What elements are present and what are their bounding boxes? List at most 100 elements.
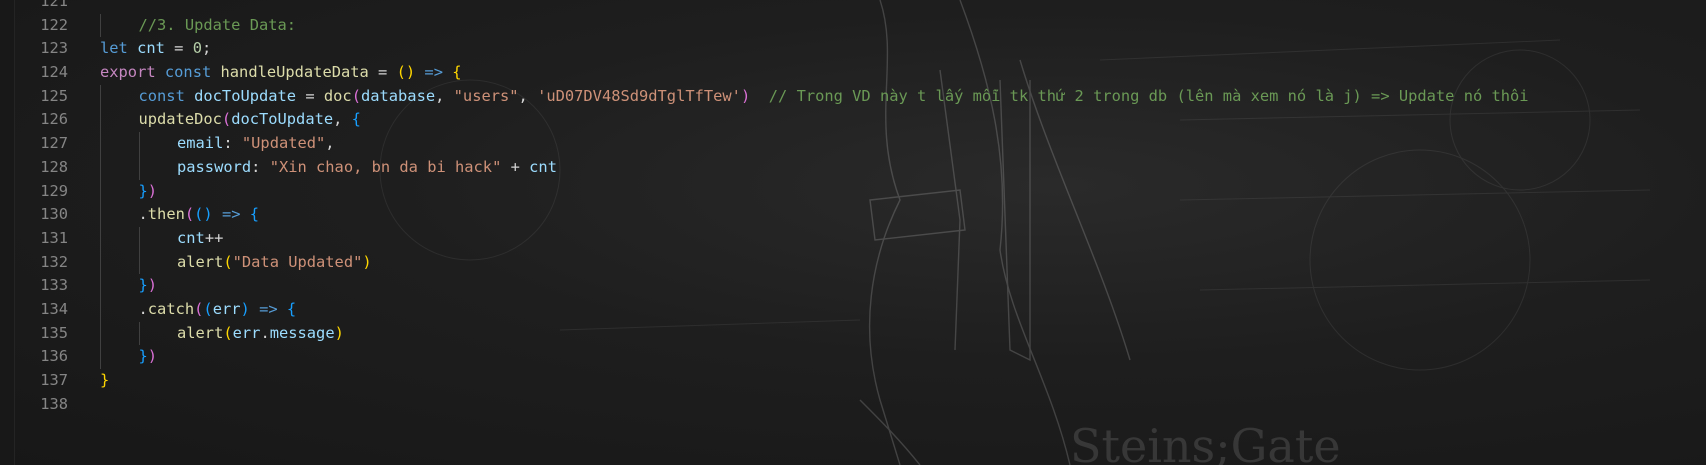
code-token: + — [501, 157, 530, 176]
indent-guide — [100, 179, 101, 204]
steins-gate-logo: Steins;Gate — [1070, 419, 1341, 465]
indent-guide — [100, 108, 101, 133]
line-number: 123 — [40, 39, 68, 58]
code-token: ( — [221, 110, 232, 129]
code-token: ( — [203, 299, 213, 318]
indent-guide — [138, 155, 140, 180]
line-number: 127 — [40, 134, 68, 153]
line-number: 126 — [40, 110, 68, 129]
indent-guide — [100, 297, 101, 322]
line-text: }) — [139, 180, 158, 204]
code-token: , — [518, 86, 538, 105]
indent-guide — [100, 203, 101, 227]
code-token: err — [232, 323, 261, 342]
code-token: = — [164, 39, 193, 58]
code-token: ( — [223, 252, 233, 271]
code-token: //3. Update Data: — [138, 15, 297, 34]
code-token: err — [212, 299, 241, 318]
code-token: "users" — [453, 86, 519, 105]
code-token: message — [269, 323, 335, 342]
indent-guide — [100, 345, 101, 369]
line-number: 124 — [40, 63, 68, 82]
indent-guide — [138, 132, 140, 156]
line-number: 129 — [40, 181, 68, 200]
line-text: .catch((err) => { — [139, 298, 297, 322]
code-token: } — [138, 276, 148, 295]
indent-guide — [138, 226, 140, 251]
indent-guide — [100, 250, 101, 275]
code-token: docToUpdate — [231, 110, 334, 129]
code-token: => — [221, 205, 241, 224]
line-text: updateDoc(docToUpdate, { — [139, 108, 361, 132]
code-token: ) — [240, 299, 250, 318]
indent-guide — [100, 226, 101, 251]
code-token: () — [396, 63, 416, 82]
code-token: , — [325, 134, 335, 153]
line-text: cnt++ — [177, 227, 223, 251]
code-token: // Trong VD này t lấy mỗi tk thứ 2 trong… — [768, 86, 1529, 105]
line-number: 134 — [40, 299, 68, 318]
line-text: password: "Xin chao, bn da bi hack" + cn… — [177, 156, 557, 180]
code-token: ( — [351, 86, 361, 105]
line-number: 130 — [40, 205, 68, 224]
code-token: cnt — [529, 157, 557, 176]
code-token: , — [435, 86, 454, 105]
code-token: export — [100, 63, 156, 82]
code-token: "Data Updated" — [232, 252, 363, 271]
line-number: 133 — [40, 276, 68, 295]
line-text: let cnt = 0; — [100, 37, 211, 61]
code-token: => — [259, 299, 278, 318]
code-token: handleUpdateData — [220, 63, 369, 82]
code-token: ( — [194, 299, 204, 318]
line-text: } — [100, 369, 109, 393]
code-token: ( — [184, 205, 195, 224]
indent-guide — [100, 84, 101, 109]
code-token: () — [194, 205, 213, 224]
code-editor[interactable]: Steins;Gate 121 122 //3. Update Data: 123 le… — [0, 0, 1706, 465]
line-number: 121 — [40, 0, 68, 10]
code-token: cnt — [177, 228, 205, 247]
line-number: 136 — [40, 347, 68, 366]
line-text: //3. Update Data: — [139, 14, 297, 38]
indent-guide — [100, 155, 101, 180]
code-token: , — [333, 110, 352, 129]
code-token: ) — [147, 347, 158, 366]
line-number: 137 — [40, 371, 68, 389]
code-token: ) — [740, 86, 751, 105]
code-token: ) — [147, 276, 158, 295]
code-token: : — [223, 134, 242, 153]
code-token: ; — [202, 39, 212, 58]
code-token: "Xin chao, bn da bi hack" — [269, 157, 502, 176]
code-token: const — [164, 63, 212, 82]
code-token: 0 — [192, 39, 202, 58]
code-token: then — [147, 205, 185, 224]
line-text: export const handleUpdateData = () => { — [100, 61, 462, 85]
code-token: alert — [177, 252, 224, 271]
line-number: 135 — [40, 323, 68, 342]
code-token: : — [251, 157, 270, 176]
code-token: ( — [223, 323, 233, 342]
line-number: 131 — [40, 228, 68, 247]
code-token: const — [138, 86, 185, 105]
code-token: = — [296, 86, 324, 105]
code-token: catch — [147, 299, 195, 318]
code-token: . — [138, 205, 148, 224]
code-token: } — [100, 371, 110, 389]
line-text: }) — [139, 345, 158, 369]
code-token: ++ — [204, 228, 224, 247]
code-token: { — [351, 110, 361, 129]
code-token: email — [177, 134, 224, 153]
indent-guide — [138, 321, 140, 346]
line-text: alert(err.message) — [177, 322, 344, 346]
code-token: ) — [362, 252, 372, 271]
line-number: 132 — [40, 252, 68, 271]
code-token: 'uD07DV48Sd9dTglTfTew' — [537, 86, 741, 105]
code-token: . — [138, 299, 148, 318]
code-token: alert — [177, 323, 224, 342]
code-token: updateDoc — [138, 110, 222, 129]
